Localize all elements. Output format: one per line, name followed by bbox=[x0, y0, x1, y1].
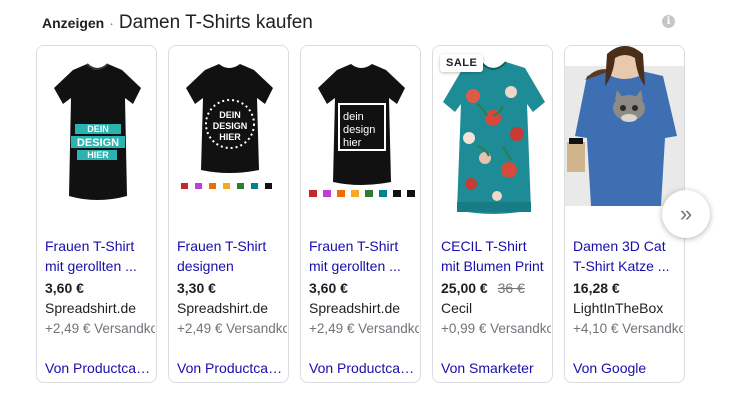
shipping-cost: +0,99 € Versandkosten bbox=[441, 321, 551, 336]
shipping-cost: +2,49 € Versandkosten bbox=[177, 321, 287, 336]
svg-text:hier: hier bbox=[343, 137, 362, 149]
merchant: LightInTheBox bbox=[573, 300, 664, 316]
svg-text:design: design bbox=[343, 124, 375, 136]
product-image-4[interactable]: SALE bbox=[433, 46, 552, 226]
ad-source-link[interactable]: Von Google bbox=[573, 360, 683, 376]
svg-text:DESIGN: DESIGN bbox=[213, 121, 248, 131]
price: 16,28 € bbox=[573, 280, 620, 296]
price-row-4: 25,00 € 36 € bbox=[441, 280, 525, 296]
price: 3,60 € bbox=[45, 280, 84, 296]
product-image-3[interactable]: dein design hier bbox=[301, 46, 420, 226]
original-price: 36 € bbox=[497, 280, 525, 296]
svg-text:HIER: HIER bbox=[219, 132, 241, 142]
product-name-link-1[interactable]: Frauen T-Shirt mit gerollten ... bbox=[45, 236, 153, 276]
svg-text:HIER: HIER bbox=[87, 150, 109, 160]
sale-badge: SALE bbox=[440, 54, 484, 72]
shipping-cost: +4,10 € Versandkosten bbox=[573, 321, 683, 336]
product-card-2[interactable]: DEIN DESIGN HIER Frauen T-Shirt designen… bbox=[168, 45, 289, 383]
ads-label: Anzeigen bbox=[42, 15, 105, 31]
product-name-link-2[interactable]: Frauen T-Shirt designen bbox=[177, 236, 285, 276]
svg-text:DEIN: DEIN bbox=[87, 124, 109, 134]
shipping-cost: +2,49 € Versandkosten bbox=[45, 321, 155, 336]
price: 25,00 € bbox=[441, 280, 488, 296]
svg-text:DESIGN: DESIGN bbox=[77, 137, 119, 149]
product-card-4[interactable]: SALE CECIL T-Shirt mit Blumen Print 25,0… bbox=[432, 45, 553, 383]
price: 3,30 € bbox=[177, 280, 216, 296]
product-image-2[interactable]: DEIN DESIGN HIER bbox=[169, 46, 288, 226]
product-name-link-3[interactable]: Frauen T-Shirt mit gerollten ... bbox=[309, 236, 417, 276]
ad-source-link[interactable]: Von Productcaster bbox=[45, 360, 155, 376]
chevron-right-icon: » bbox=[679, 201, 693, 226]
merchant: Spreadshirt.de bbox=[177, 300, 269, 316]
price-row-3: 3,60 € bbox=[309, 280, 348, 296]
product-image-1[interactable]: DEIN DESIGN HIER bbox=[37, 46, 156, 226]
price-row-5: 16,28 € bbox=[573, 280, 620, 296]
product-card-3[interactable]: dein design hier Frauen T-Shirt mit gero… bbox=[300, 45, 421, 383]
header-separator: · bbox=[109, 15, 114, 31]
svg-text:DEIN: DEIN bbox=[219, 110, 241, 120]
price-row-2: 3,30 € bbox=[177, 280, 216, 296]
shipping-cost: +2,49 € Versandkosten bbox=[309, 321, 419, 336]
info-icon[interactable]: i bbox=[662, 15, 675, 28]
product-name-link-5[interactable]: Damen 3D Cat T-Shirt Katze ... bbox=[573, 236, 681, 276]
product-name-link-4[interactable]: CECIL T-Shirt mit Blumen Print bbox=[441, 236, 549, 276]
ads-header: Anzeigen · Damen T-Shirts kaufen bbox=[42, 12, 313, 36]
section-title: Damen T-Shirts kaufen bbox=[118, 12, 313, 33]
next-arrow-button[interactable]: » bbox=[662, 190, 710, 238]
ad-source-link[interactable]: Von Productcaster bbox=[309, 360, 419, 376]
svg-text:dein: dein bbox=[343, 111, 364, 123]
merchant: Spreadshirt.de bbox=[45, 300, 137, 316]
merchant: Spreadshirt.de bbox=[309, 300, 401, 316]
ad-source-link[interactable]: Von Smarketer bbox=[441, 360, 551, 376]
ad-source-link[interactable]: Von Productcaster bbox=[177, 360, 287, 376]
price: 3,60 € bbox=[309, 280, 348, 296]
merchant: Cecil bbox=[441, 300, 473, 316]
price-row-1: 3,60 € bbox=[45, 280, 84, 296]
product-card-1[interactable]: DEIN DESIGN HIER Frauen T-Shirt mit gero… bbox=[36, 45, 157, 383]
